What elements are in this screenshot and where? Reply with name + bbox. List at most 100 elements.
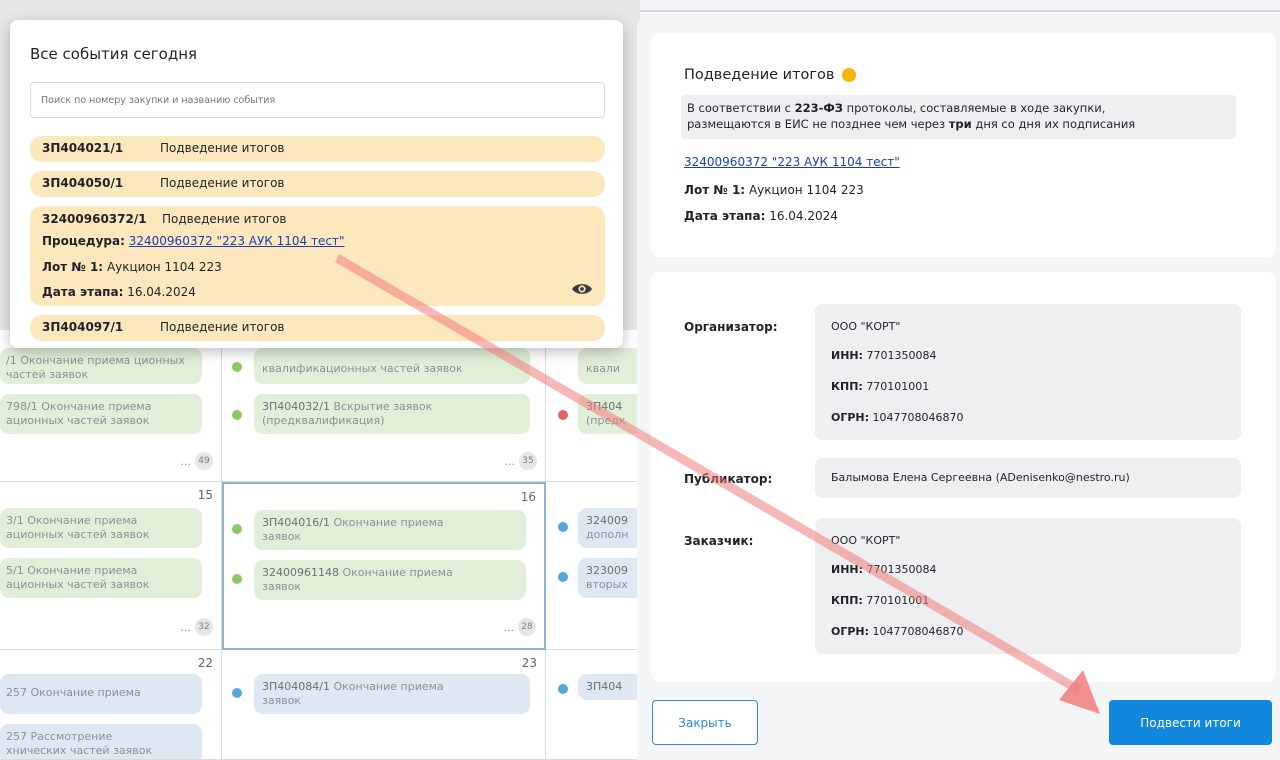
kpp-label: КПП:	[831, 380, 863, 393]
event-list-item-expanded[interactable]: 32400960372/1 Подведение итогов Процедур…	[30, 206, 605, 306]
more-dots: ...	[180, 620, 192, 634]
event-text-line2: дополн	[586, 528, 629, 541]
calendar-event[interactable]: 5/1 Окончание приема ационных частей зая…	[0, 558, 202, 598]
calendar-cell[interactable]: 3П404	[546, 650, 640, 760]
calendar-cell[interactable]: 324009 дополн 323009 вторых	[546, 482, 640, 650]
customer-kpp: КПП: 770101001	[831, 594, 929, 607]
event-text: 3/1 Окончание приема ационных частей зая…	[6, 514, 150, 541]
event-text-line2: заявок	[262, 530, 302, 543]
event-text: 798/1 Окончание приема ационных частей з…	[6, 400, 152, 427]
more-events[interactable]: ... 28	[504, 618, 536, 636]
date-value: 16.04.2024	[769, 209, 838, 223]
day-number: 23	[521, 656, 537, 670]
summary-card: Подведение итогов В соответствии с 223-Ф…	[651, 33, 1276, 257]
event-text: 5/1 Окончание приема ационных частей зая…	[6, 564, 150, 591]
calendar-event[interactable]: 3П404084/1 Окончание приема заявок	[254, 674, 530, 714]
date-row: Дата этапа: 16.04.2024	[42, 285, 196, 299]
date-label: Дата этапа:	[684, 209, 766, 223]
publisher-label: Публикатор:	[684, 472, 773, 486]
event-text: квалификационных частей заявок	[262, 362, 463, 375]
organizer-kpp: КПП: 770101001	[831, 380, 929, 393]
lot-value: Аукцион 1104 223	[748, 183, 864, 197]
event-number: 3П404032/1	[262, 400, 330, 413]
note-text: протоколы, составляемые в ходе закупки,	[842, 101, 1106, 115]
inn-value: 7701350084	[866, 349, 937, 362]
procedure-link[interactable]: 32400960372 "223 АУК 1104 тест"	[684, 155, 900, 169]
organizer-info: ООО "КОРТ" ИНН: 7701350084 КПП: 77010100…	[815, 304, 1241, 440]
event-number: 32400960372/1	[42, 212, 147, 226]
event-name: Подведение итогов	[160, 141, 285, 155]
event-count-badge: 35	[519, 452, 537, 470]
status-dot-red	[558, 410, 568, 420]
calendar-cell[interactable]: квалификационных частей заявок 3П404032/…	[222, 330, 546, 482]
calendar-cell[interactable]: 23 3П404084/1 Окончание приема заявок	[222, 650, 546, 760]
event-text-line2: заявок	[262, 580, 302, 593]
ogrn-value: 1047708046870	[872, 625, 964, 638]
summarize-button[interactable]: Подвести итоги	[1109, 700, 1272, 745]
calendar-event[interactable]: 3/1 Окончание приема ационных частей зая…	[0, 508, 202, 548]
details-title-row: Подведение итогов	[684, 67, 857, 83]
event-number: 3П404084/1	[262, 680, 330, 693]
status-dot-blue	[558, 522, 568, 532]
event-text: Вскрытие заявок	[333, 400, 433, 413]
organizer-inn: ИНН: 7701350084	[831, 349, 937, 362]
event-list-item[interactable]: 3П404097/1 Подведение итогов	[30, 315, 605, 341]
more-events[interactable]: ... 32	[180, 618, 213, 636]
event-name: Подведение итогов	[160, 176, 285, 190]
calendar-cell[interactable]: 15 3/1 Окончание приема ационных частей …	[0, 482, 222, 650]
event-list-item[interactable]: 3П404050/1 Подведение итогов	[30, 171, 605, 197]
calendar-event[interactable]: /1 Окончание приема ционных частей заяво…	[0, 348, 202, 384]
calendar-event[interactable]: квали	[578, 348, 639, 384]
status-dot-green	[232, 524, 242, 534]
event-text-line2: вторых	[586, 578, 628, 591]
inn-label: ИНН:	[831, 349, 864, 362]
event-name: Подведение итогов	[162, 212, 287, 226]
kpp-value: 770101001	[866, 380, 930, 393]
status-dot-green	[232, 574, 242, 584]
lot-row: Лот № 1: Аукцион 1104 223	[684, 183, 864, 197]
calendar-event[interactable]: 3П404032/1 Вскрытие заявок (предквалифик…	[254, 394, 530, 434]
calendar-cell-selected[interactable]: 16 3П404016/1 Окончание приема заявок 32…	[222, 482, 546, 650]
event-text-line2: (предквалификация)	[262, 414, 385, 427]
note-bold-law: 223-ФЗ	[794, 101, 843, 115]
ogrn-label: ОГРН:	[831, 625, 870, 638]
event-number: 324009	[586, 514, 628, 527]
calendar-event[interactable]: 257 Рассмотрение хнических частей заявок	[0, 724, 202, 759]
more-events[interactable]: ... 35	[505, 452, 537, 470]
calendar-event[interactable]: 3П404	[578, 674, 639, 700]
calendar-event[interactable]: 257 Окончание приема	[0, 674, 202, 714]
search-input[interactable]	[30, 82, 605, 118]
eye-icon[interactable]	[571, 282, 593, 296]
event-number: 3П404016/1	[262, 516, 330, 529]
calendar-cell[interactable]: /1 Окончание приема ционных частей заяво…	[0, 330, 222, 482]
event-count-badge: 32	[195, 618, 213, 636]
organizer-ogrn: ОГРН: 1047708046870	[831, 411, 964, 424]
more-dots: ...	[180, 454, 192, 468]
calendar-event[interactable]: 3П404016/1 Окончание приема заявок	[254, 510, 526, 550]
close-button[interactable]: Закрыть	[652, 700, 758, 745]
event-text: Окончание приема	[342, 566, 453, 579]
event-text: Окончание приема	[333, 516, 444, 529]
calendar-event[interactable]: 32400961148 Окончание приема заявок	[254, 560, 526, 600]
publisher-info: Балымова Елена Сергеевна (ADenisenko@nes…	[815, 458, 1241, 498]
note-text: размещаются в ЕИС не позднее чем через	[687, 117, 949, 131]
calendar-event[interactable]: 323009 вторых	[578, 558, 639, 598]
kpp-value: 770101001	[866, 594, 930, 607]
event-number: 3П404021/1	[42, 141, 124, 155]
event-number: 3П404	[586, 400, 623, 413]
calendar-event[interactable]: 324009 дополн	[578, 508, 639, 548]
more-events[interactable]: ... 49	[180, 452, 213, 470]
calendar-cell[interactable]: 22 257 Окончание приема 257 Рассмотрение…	[0, 650, 222, 760]
event-text: квали	[586, 362, 621, 375]
procedure-link[interactable]: 32400960372 "223 АУК 1104 тест"	[129, 234, 345, 248]
event-list-item[interactable]: 3П404021/1 Подведение итогов	[30, 136, 605, 162]
ogrn-label: ОГРН:	[831, 411, 870, 424]
calendar-event[interactable]: квалификационных частей заявок	[254, 348, 530, 384]
calendar-event[interactable]: 798/1 Окончание приема ационных частей з…	[0, 394, 202, 434]
calendar-event[interactable]: 3П404 (предк	[578, 394, 639, 434]
event-text: 257 Рассмотрение	[6, 730, 113, 743]
details-title: Подведение итогов	[684, 67, 835, 83]
lot-label: Лот № 1:	[684, 183, 746, 197]
status-dot-blue	[558, 684, 568, 694]
calendar-cell[interactable]: квали 3П404 (предк	[546, 330, 640, 482]
